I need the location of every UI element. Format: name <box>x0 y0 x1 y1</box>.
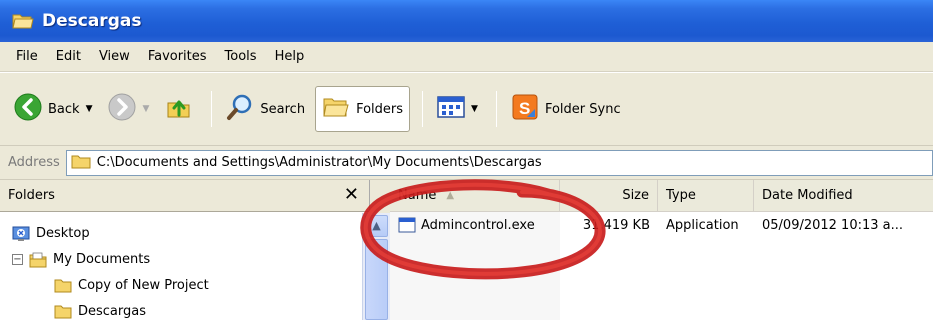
column-header-type[interactable]: Type <box>658 179 754 212</box>
forward-button[interactable]: ▼ <box>102 86 155 132</box>
folders-scrollbar[interactable]: ▲ <box>362 213 390 320</box>
file-name: Admincontrol.exe <box>421 217 535 233</box>
toolbar-separator <box>495 91 497 127</box>
toolbar-separator <box>211 91 213 127</box>
column-label-date-modified: Date Modified <box>762 188 853 203</box>
folders-button[interactable]: Folders <box>315 86 411 132</box>
column-header-size[interactable]: Size <box>560 179 658 212</box>
foldersync-icon: S <box>511 93 539 125</box>
column-label-type: Type <box>666 188 696 203</box>
back-arrow-icon <box>14 93 42 125</box>
window-title: Descargas <box>42 11 142 31</box>
views-dropdown-icon[interactable]: ▼ <box>471 104 478 114</box>
up-folder-button[interactable] <box>159 86 199 132</box>
address-input[interactable]: C:\Documents and Settings\Administrator\… <box>65 149 933 176</box>
views-button[interactable]: ▼ <box>431 86 484 132</box>
forward-arrow-icon <box>108 93 136 125</box>
application-icon <box>398 217 416 233</box>
menu-edit[interactable]: Edit <box>48 49 91 64</box>
toolbar: Back ▼ ▼ Search Folders ▼ S Folder Sync <box>0 72 933 146</box>
folder-icon <box>54 304 72 319</box>
back-button[interactable]: Back ▼ <box>8 86 98 132</box>
menu-file[interactable]: File <box>8 49 48 64</box>
folder-icon <box>71 153 91 173</box>
title-bar[interactable]: Descargas <box>0 0 933 42</box>
column-header-name[interactable]: Name ▲ <box>390 179 560 212</box>
column-label-size: Size <box>622 188 649 203</box>
file-name-cell: Admincontrol.exe <box>390 212 560 238</box>
folders-pane: Folders ✕ Desktop − My Documents Copy of… <box>0 180 370 320</box>
tree-label-descargas: Descargas <box>78 303 147 319</box>
search-icon <box>226 93 254 125</box>
menu-view[interactable]: View <box>91 49 140 64</box>
folders-pane-header: Folders ✕ <box>0 180 369 212</box>
open-folder-icon <box>12 12 34 30</box>
collapse-icon[interactable]: − <box>12 253 23 265</box>
forward-dropdown-icon[interactable]: ▼ <box>142 104 149 114</box>
explorer-window: Descargas File Edit View Favorites Tools… <box>0 0 933 320</box>
folders-label: Folders <box>356 101 404 117</box>
scroll-up-icon[interactable]: ▲ <box>365 215 388 237</box>
menu-tools[interactable]: Tools <box>217 49 267 64</box>
scrollbar-thumb[interactable] <box>365 239 388 320</box>
address-label: Address <box>8 155 60 170</box>
folders-pane-title: Folders <box>8 188 55 203</box>
up-folder-icon <box>165 93 193 125</box>
desktop-icon <box>12 226 30 241</box>
close-icon[interactable]: ✕ <box>344 184 359 205</box>
file-list: Name ▲ Size Type Date Modified Admincont… <box>390 179 933 320</box>
tree-item-descargas[interactable]: Descargas <box>54 300 146 320</box>
views-icon <box>437 95 465 123</box>
sort-ascending-icon: ▲ <box>446 190 455 201</box>
folders-icon <box>322 94 350 124</box>
tree-item-my-documents[interactable]: − My Documents <box>12 248 150 270</box>
address-path: C:\Documents and Settings\Administrator\… <box>96 155 542 170</box>
file-list-header: Name ▲ Size Type Date Modified <box>390 179 933 212</box>
file-size: 31,419 KB <box>582 217 650 233</box>
foldersync-button[interactable]: S Folder Sync <box>505 86 627 132</box>
file-row[interactable]: Admincontrol.exe 31,419 KB Application 0… <box>390 212 933 238</box>
file-type: Application <box>666 217 739 233</box>
menu-help[interactable]: Help <box>267 49 315 64</box>
menu-bar: File Edit View Favorites Tools Help <box>0 42 933 72</box>
column-header-date-modified[interactable]: Date Modified <box>754 180 933 212</box>
my-documents-icon <box>29 252 47 267</box>
search-label: Search <box>260 101 306 117</box>
search-button[interactable]: Search <box>220 86 311 132</box>
menu-favorites[interactable]: Favorites <box>140 49 217 64</box>
back-label: Back <box>48 101 80 117</box>
tree-item-desktop[interactable]: Desktop <box>12 222 90 244</box>
column-label-name: Name <box>398 188 437 203</box>
address-bar: Address C:\Documents and Settings\Admini… <box>0 146 933 180</box>
tree-item-copy-of-new-project[interactable]: Copy of New Project <box>54 274 209 296</box>
tree-label-my-documents: My Documents <box>53 251 151 267</box>
file-date-modified: 05/09/2012 10:13 a... <box>762 217 904 233</box>
tree-label-copy-of-new-project: Copy of New Project <box>78 277 209 293</box>
svg-text:S: S <box>519 99 530 118</box>
tree-label-desktop: Desktop <box>36 225 90 241</box>
folder-icon <box>54 278 72 293</box>
foldersync-label: Folder Sync <box>544 101 621 117</box>
back-dropdown-icon[interactable]: ▼ <box>86 104 93 114</box>
toolbar-separator <box>422 91 424 127</box>
